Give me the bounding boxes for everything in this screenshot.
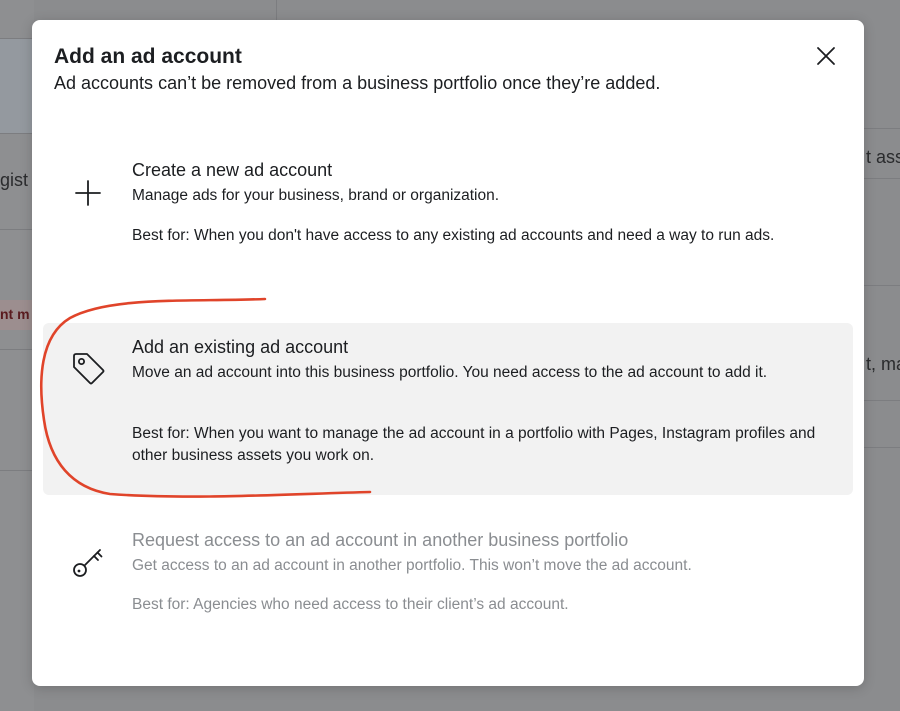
dialog-subtitle: Ad accounts can’t be removed from a busi… [54, 73, 661, 93]
background-header-band [0, 38, 34, 133]
background-divider [276, 0, 277, 22]
option-best-for: Best for: Agencies who need access to th… [132, 596, 569, 613]
option-description: Move an ad account into this business po… [132, 364, 768, 381]
option-title: Request access to an ad account in anoth… [132, 530, 629, 550]
key-icon [73, 549, 103, 577]
background-divider [0, 229, 34, 230]
background-divider [0, 133, 34, 134]
background-divider [0, 349, 34, 350]
tag-icon [73, 353, 105, 385]
option-best-for: Best for: When you want to manage the ad… [132, 425, 816, 464]
add-ad-account-dialog: Add an ad account Ad accounts can’t be r… [32, 20, 864, 686]
option-best-for: Best for: When you don't have access to … [132, 227, 775, 244]
close-button[interactable] [814, 44, 838, 68]
background-divider [0, 38, 34, 39]
background-badge-text: nt m [0, 306, 30, 322]
option-title: Create a new ad account [132, 160, 333, 180]
plus-icon [75, 180, 101, 206]
background-text: t, ma [866, 354, 900, 374]
background-text: gist [0, 170, 29, 190]
close-icon [817, 47, 835, 65]
background-divider [864, 128, 900, 129]
dialog-title: Add an ad account [54, 45, 242, 68]
background-text: t ass [866, 147, 900, 167]
background-divider [864, 400, 900, 401]
background-divider [0, 470, 34, 471]
background-divider [864, 178, 900, 179]
option-title: Add an existing ad account [132, 337, 349, 357]
background-divider [864, 447, 900, 448]
option-description: Manage ads for your business, brand or o… [132, 187, 500, 204]
background-divider [864, 285, 900, 286]
option-create-new-ad-account[interactable]: Create a new ad account Manage ads for y… [43, 145, 853, 285]
option-request-access-ad-account[interactable]: Request access to an ad account in anoth… [43, 516, 853, 636]
option-add-existing-ad-account[interactable]: Add an existing ad account Move an ad ac… [43, 323, 853, 495]
option-description: Get access to an ad account in another p… [132, 557, 692, 574]
